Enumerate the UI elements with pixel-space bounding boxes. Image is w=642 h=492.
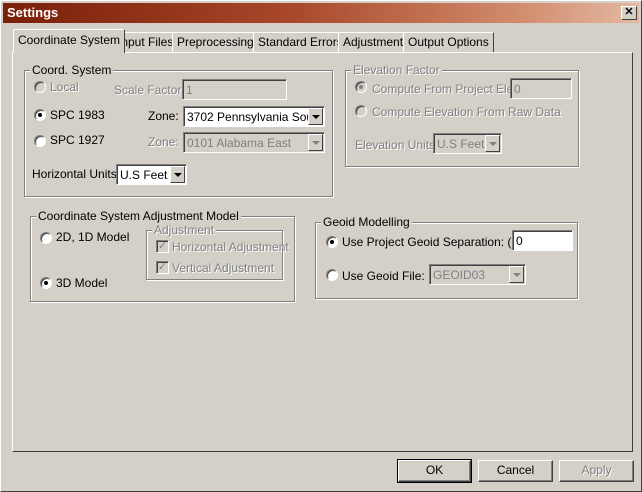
zone27-select[interactable]: 0101 Alabama East [183, 132, 325, 153]
horizontal-units-label: Horizontal Units: [32, 167, 121, 181]
model-3d-label: 3D Model [56, 276, 108, 290]
tab-preprocessing[interactable]: Preprocessing [172, 32, 259, 52]
cancel-button[interactable]: Cancel [478, 460, 553, 482]
chevron-down-icon[interactable] [308, 134, 323, 151]
scale-factor-input[interactable]: 1 [182, 79, 287, 100]
adjustment-model-legend: Coordinate System Adjustment Model [36, 209, 241, 223]
geoid-file-value: GEOID03 [433, 268, 486, 282]
settings-dialog: Settings ✕ Coordinate System Input Files… [0, 0, 642, 492]
zone27-label: Zone: [148, 135, 179, 149]
spc1927-radio[interactable] [34, 135, 46, 147]
use-geoid-file-radio[interactable] [326, 269, 338, 281]
horizontal-adjustment-checkbox[interactable]: ✓ [156, 240, 169, 253]
compute-project-elev-radio[interactable] [355, 81, 367, 93]
window-title: Settings [7, 5, 59, 20]
horizontal-units-select[interactable]: U.S Feet [116, 164, 187, 185]
zone-select[interactable]: 3702 Pennsylvania South [183, 106, 325, 127]
compute-raw-data-label: Compute Elevation From Raw Data [372, 105, 561, 119]
coord-system-legend: Coord. System [30, 63, 114, 77]
local-label: Local [50, 80, 79, 94]
project-elev-input[interactable]: 0 [510, 78, 572, 99]
zone27-value: 0101 Alabama East [187, 136, 292, 150]
scale-factor-label: Scale Factor: [114, 83, 185, 97]
compute-project-elev-label: Compute From Project Elev. [372, 82, 522, 96]
horizontal-adjustment-label: Horizontal Adjustment [172, 240, 289, 254]
adjustment-sub-legend: Adjustment [152, 223, 217, 237]
spc1927-label: SPC 1927 [50, 133, 105, 147]
local-radio[interactable] [34, 81, 46, 93]
chevron-down-icon[interactable] [170, 166, 185, 183]
apply-button[interactable]: Apply [559, 460, 634, 482]
use-geoid-file-label: Use Geoid File: [342, 269, 425, 283]
use-project-geoid-radio[interactable] [326, 236, 338, 248]
tab-coordinate-system[interactable]: Coordinate System [13, 29, 126, 53]
tab-output-options[interactable]: Output Options [403, 32, 494, 52]
zone-label: Zone: [148, 109, 179, 123]
zone-value: 3702 Pennsylvania South [187, 110, 324, 124]
chevron-down-icon[interactable] [509, 266, 524, 283]
geoid-file-select[interactable]: GEOID03 [429, 264, 526, 285]
title-bar[interactable]: Settings ✕ [3, 3, 639, 23]
vertical-adjustment-checkbox[interactable]: ✓ [156, 261, 169, 274]
vertical-adjustment-label: Vertical Adjustment [172, 261, 275, 275]
chevron-down-icon[interactable] [485, 135, 500, 152]
geoid-separation-input[interactable]: 0 [512, 230, 573, 251]
elevation-units-select[interactable]: U.S Feet [433, 133, 502, 154]
model-3d-radio[interactable] [40, 277, 52, 289]
model-2d-label: 2D, 1D Model [56, 230, 130, 244]
elevation-factor-legend: Elevation Factor [351, 63, 442, 77]
tab-standard-errors[interactable]: Standard Errors [253, 32, 348, 52]
use-project-geoid-label: Use Project Geoid Separation: (m) [342, 235, 526, 249]
compute-raw-data-radio[interactable] [355, 105, 367, 117]
spc1983-radio[interactable] [34, 109, 46, 121]
ok-button[interactable]: OK [397, 459, 472, 483]
elevation-units-value: U.S Feet [437, 137, 485, 151]
geoid-modelling-legend: Geoid Modelling [321, 215, 412, 229]
horizontal-units-value: U.S Feet [120, 168, 168, 182]
elevation-units-label: Elevation Units: [355, 138, 439, 152]
chevron-down-icon[interactable] [308, 108, 323, 125]
close-icon[interactable]: ✕ [621, 6, 637, 20]
model-2d-radio[interactable] [40, 232, 52, 244]
tab-adjustment[interactable]: Adjustment [338, 32, 409, 52]
spc1983-label: SPC 1983 [50, 108, 105, 122]
